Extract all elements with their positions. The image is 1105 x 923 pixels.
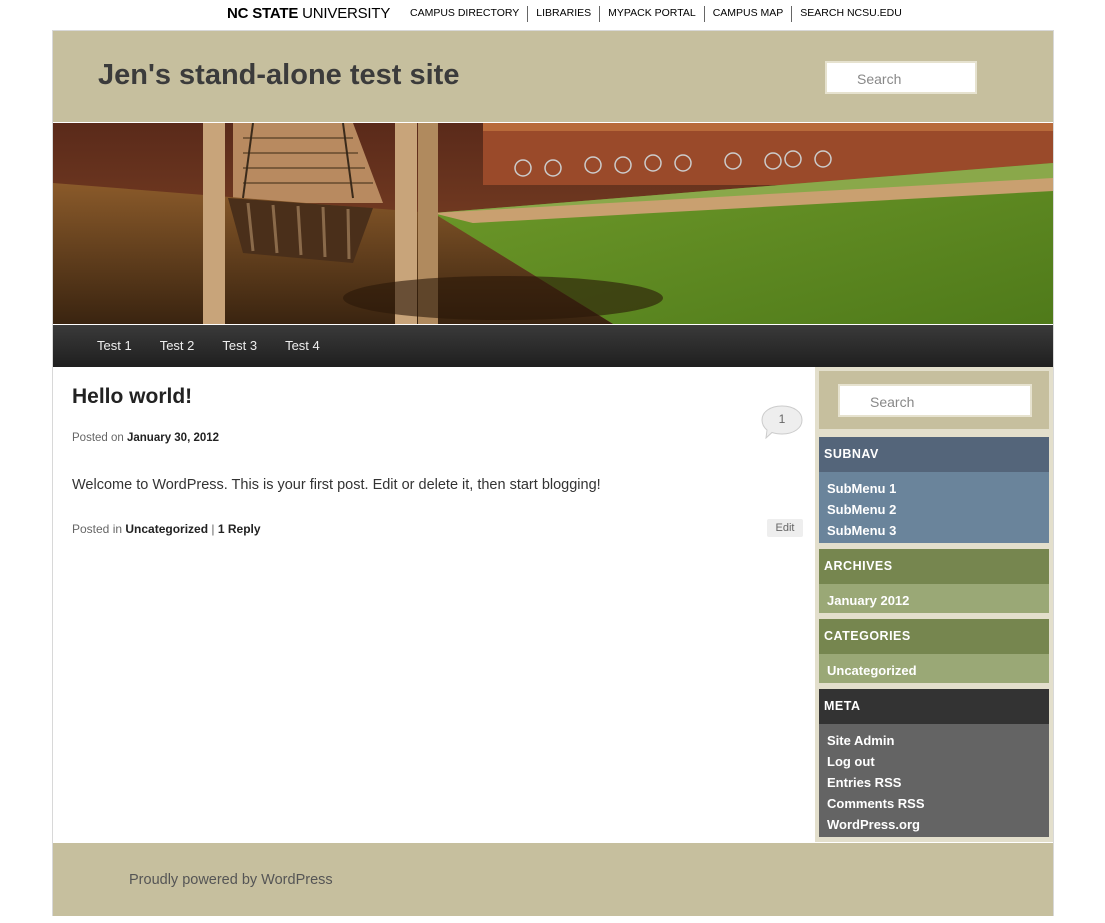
categories-widget: CATEGORIES Uncategorized [819,619,1049,683]
link-search-ncsu[interactable]: SEARCH NCSU.EDU [792,6,910,22]
link-libraries[interactable]: LIBRARIES [528,6,601,22]
comment-bubble[interactable]: 1 [761,405,803,440]
meta-entries-rss[interactable]: Entries RSS [827,772,1041,793]
header-banner-image [53,123,1053,324]
ncsu-logo-rest: UNIVERSITY [298,5,391,22]
posted-on-label: Posted on [72,432,127,444]
submenu-item-2[interactable]: SubMenu 2 [827,499,1041,520]
edit-button[interactable]: Edit [767,519,803,537]
ncsu-top-bar: NC STATE UNIVERSITY CAMPUS DIRECTORY LIB… [0,0,1105,30]
categories-title: CATEGORIES [819,619,1049,654]
nav-item-test-3[interactable]: Test 3 [208,325,271,367]
campus-swing-photo [53,123,1053,324]
meta-title: META [819,689,1049,724]
post-body: Welcome to WordPress. This is your first… [72,477,601,493]
meta-wordpress-org[interactable]: WordPress.org [827,814,1041,835]
archive-item-january-2012[interactable]: January 2012 [827,590,1041,611]
reply-link[interactable]: 1 Reply [218,522,261,536]
submenu-item-3[interactable]: SubMenu 3 [827,520,1041,541]
meta-comments-rss[interactable]: Comments RSS [827,793,1041,814]
ncsu-logo[interactable]: NC STATE UNIVERSITY [227,5,390,22]
archives-widget: ARCHIVES January 2012 [819,549,1049,613]
category-link[interactable]: Uncategorized [125,522,208,536]
ncsu-links: CAMPUS DIRECTORY LIBRARIES MYPACK PORTAL… [402,6,910,22]
archives-title: ARCHIVES [819,549,1049,584]
subnav-title: SUBNAV [819,437,1049,472]
submenu-item-1[interactable]: SubMenu 1 [827,478,1041,499]
link-campus-map[interactable]: CAMPUS MAP [705,6,793,22]
nav-item-test-2[interactable]: Test 2 [146,325,209,367]
site-title[interactable]: Jen's stand-alone test site [98,59,459,92]
posted-in-label: Posted in [72,522,126,536]
sidebar: Search SUBNAV SubMenu 1 SubMenu 2 SubMen… [815,367,1053,842]
link-mypack-portal[interactable]: MYPACK PORTAL [600,6,705,22]
link-campus-directory[interactable]: CAMPUS DIRECTORY [402,6,529,22]
sidebar-search-widget: Search [819,371,1049,429]
post-title[interactable]: Hello world! [72,385,192,409]
post-footer: Posted in Uncategorized | 1 Reply [72,522,261,536]
page-frame: Jen's stand-alone test site Search Test … [52,30,1054,916]
subnav-widget: SUBNAV SubMenu 1 SubMenu 2 SubMenu 3 [819,437,1049,543]
sidebar-search-input[interactable]: Search [838,384,1032,417]
category-item-uncategorized[interactable]: Uncategorized [827,660,1041,681]
ncsu-logo-bold: NC STATE [227,5,299,22]
separator: | [208,522,218,536]
post-date-link[interactable]: January 30, 2012 [127,432,219,444]
meta-site-admin[interactable]: Site Admin [827,730,1041,751]
post-meta: Posted on January 30, 2012 [72,432,219,444]
footer-credit-link[interactable]: Proudly powered by WordPress [129,872,333,888]
site-header: Jen's stand-alone test site Search [53,31,1053,122]
nav-item-test-4[interactable]: Test 4 [271,325,334,367]
meta-widget: META Site Admin Log out Entries RSS Comm… [819,689,1049,837]
main-nav: Test 1 Test 2 Test 3 Test 4 [53,325,1053,367]
meta-log-out[interactable]: Log out [827,751,1041,772]
main-content: Hello world! Posted on January 30, 2012 … [53,367,815,842]
header-search-input[interactable]: Search [825,61,977,94]
nav-item-test-1[interactable]: Test 1 [83,325,146,367]
site-footer: Proudly powered by WordPress [53,843,1053,916]
comment-count: 1 [778,412,786,426]
